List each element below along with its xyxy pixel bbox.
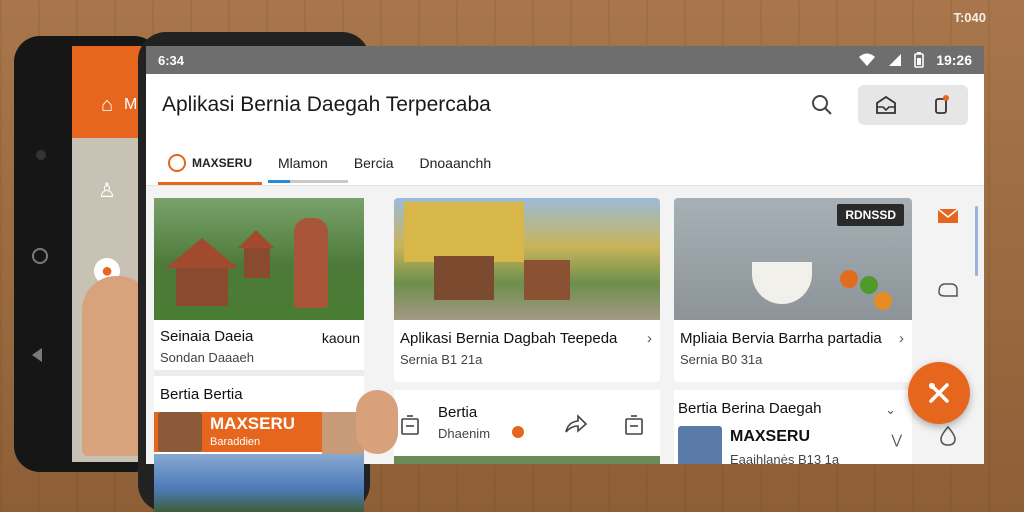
news-image bbox=[154, 454, 364, 512]
status-bar: 6:34 19:26 bbox=[146, 46, 984, 74]
inbox-button[interactable] bbox=[872, 91, 900, 119]
tab-label: MAXSERU bbox=[192, 156, 253, 170]
hand-button[interactable] bbox=[934, 276, 962, 304]
shirt-icon[interactable]: ♙ bbox=[94, 178, 120, 204]
notification-button[interactable] bbox=[927, 91, 955, 119]
tab-bar: MAXSERU Mlamon Bercia Dnoaanchh bbox=[146, 136, 984, 186]
home-icon[interactable]: ⌂ bbox=[94, 92, 120, 118]
camera-icon bbox=[36, 150, 46, 160]
building-shape bbox=[404, 202, 524, 262]
back-phone-header: ⌂ M bbox=[72, 46, 142, 138]
bowl-shape bbox=[752, 262, 812, 304]
row-title: Bertia bbox=[438, 404, 478, 421]
roof-shape bbox=[238, 230, 274, 248]
tab-bercia[interactable]: Bercia bbox=[344, 141, 404, 185]
hand-icon bbox=[938, 283, 958, 297]
tab-label: Bercia bbox=[353, 155, 394, 171]
row-subtitle: Dhaenim bbox=[438, 426, 491, 441]
card-subtitle: Sondan Daaaeh bbox=[160, 350, 254, 365]
card-subtitle: Sernia B0 31a bbox=[680, 352, 763, 367]
tools-fab-button[interactable] bbox=[908, 362, 970, 424]
row-subtitle: Eaaihlanės B13 1a bbox=[730, 452, 840, 464]
maxseru-logo-icon bbox=[168, 154, 186, 172]
roof-shape bbox=[166, 238, 238, 268]
wifi-icon bbox=[858, 53, 876, 67]
mail-button[interactable] bbox=[934, 202, 962, 230]
row-title: Bertia Bertia bbox=[160, 386, 243, 403]
row-thumbnail bbox=[678, 426, 722, 464]
bookmark-icon bbox=[401, 415, 419, 435]
share-icon[interactable] bbox=[564, 414, 588, 434]
row-title: Bertia Berina Daegah bbox=[678, 400, 822, 417]
row-brand: MAXSERU bbox=[730, 428, 811, 445]
front-phone-screen: Seinaia Daeia kaoun Sondan Daaaeh Bertia… bbox=[154, 198, 364, 512]
chevron-right-icon[interactable]: › bbox=[647, 330, 652, 347]
chevron-down-icon[interactable]: ⌄ bbox=[885, 402, 896, 418]
back-phone-label: M bbox=[124, 96, 138, 113]
chevron-right-icon[interactable]: › bbox=[899, 330, 904, 347]
news-card[interactable]: Aplikasi Bernia Dagbah Teepeda › Sernia … bbox=[394, 198, 660, 382]
tab-label: Mlamon bbox=[278, 155, 328, 171]
tab-label: Dnoaanchh bbox=[419, 155, 492, 171]
card-aside: kaoun bbox=[321, 330, 360, 346]
veg-shape bbox=[874, 292, 892, 310]
tab-dnoaanchh[interactable]: Dnoaanchh bbox=[410, 141, 502, 185]
veg-shape bbox=[860, 276, 878, 294]
tab-mlamon[interactable]: Mlamon bbox=[268, 141, 348, 185]
tab-maxseru[interactable]: MAXSERU bbox=[158, 141, 263, 185]
promo-banner[interactable]: MAXSERU Baraddien bbox=[154, 412, 322, 452]
mail-icon bbox=[937, 208, 959, 223]
card-title: Mpliaia Bervia Barrha partadia bbox=[680, 330, 882, 347]
card-subtitle: Sernia B1 21a bbox=[400, 352, 483, 367]
status-time: 19:26 bbox=[936, 52, 972, 68]
promo-thumbnail bbox=[158, 412, 202, 452]
status-dot bbox=[512, 426, 524, 438]
promo-subtitle: Baraddien bbox=[210, 436, 261, 448]
divider bbox=[154, 370, 364, 376]
home-button[interactable] bbox=[32, 248, 48, 264]
back-nav-icon[interactable] bbox=[32, 348, 42, 362]
signal-icon bbox=[888, 53, 902, 67]
hut-shape-2 bbox=[524, 260, 570, 300]
hut-shape bbox=[434, 256, 494, 300]
card-image bbox=[154, 198, 364, 320]
corner-timestamp: T:040 bbox=[953, 10, 986, 25]
app-actions bbox=[858, 85, 968, 125]
inbox-icon bbox=[875, 95, 896, 114]
status-left-text: 6:34 bbox=[158, 52, 185, 68]
bell-icon bbox=[934, 95, 949, 114]
collapse-icon[interactable]: ⋁ bbox=[891, 432, 902, 448]
house-shape bbox=[244, 248, 270, 278]
scrollbar[interactable] bbox=[975, 206, 978, 276]
tools-icon bbox=[929, 383, 949, 403]
search-button[interactable] bbox=[804, 87, 840, 123]
card-title: Aplikasi Bernia Dagbah Teepeda bbox=[400, 330, 618, 347]
news-card[interactable]: RDNSSD Mpliaia Bervia Barrha partadia › … bbox=[674, 198, 912, 382]
card-image bbox=[394, 198, 660, 320]
finger-photo bbox=[356, 390, 398, 454]
card-image: RDNSSD bbox=[674, 198, 912, 320]
promo-title: MAXSERU bbox=[210, 414, 296, 433]
battery-icon bbox=[914, 52, 924, 68]
article-row[interactable]: Bertia Dhaenim bbox=[394, 390, 660, 460]
veg-shape bbox=[840, 270, 858, 288]
article-row[interactable]: Bertia Berina Daegah MAXSERU Eaaihlanės … bbox=[674, 390, 912, 464]
next-card-image bbox=[394, 456, 660, 464]
save-icon[interactable] bbox=[624, 414, 644, 436]
more-button[interactable] bbox=[934, 422, 962, 450]
page-title: Aplikasi Bernia Daegah Terpercaba bbox=[162, 93, 491, 116]
app-bar: Aplikasi Bernia Daegah Terpercaba bbox=[146, 74, 984, 136]
search-icon bbox=[812, 95, 832, 115]
card-title: Seinaia Daeia bbox=[160, 328, 254, 345]
house-shape bbox=[176, 268, 228, 306]
drop-icon bbox=[940, 425, 956, 446]
statue-shape bbox=[294, 218, 328, 308]
card-badge: RDNSSD bbox=[837, 204, 904, 226]
